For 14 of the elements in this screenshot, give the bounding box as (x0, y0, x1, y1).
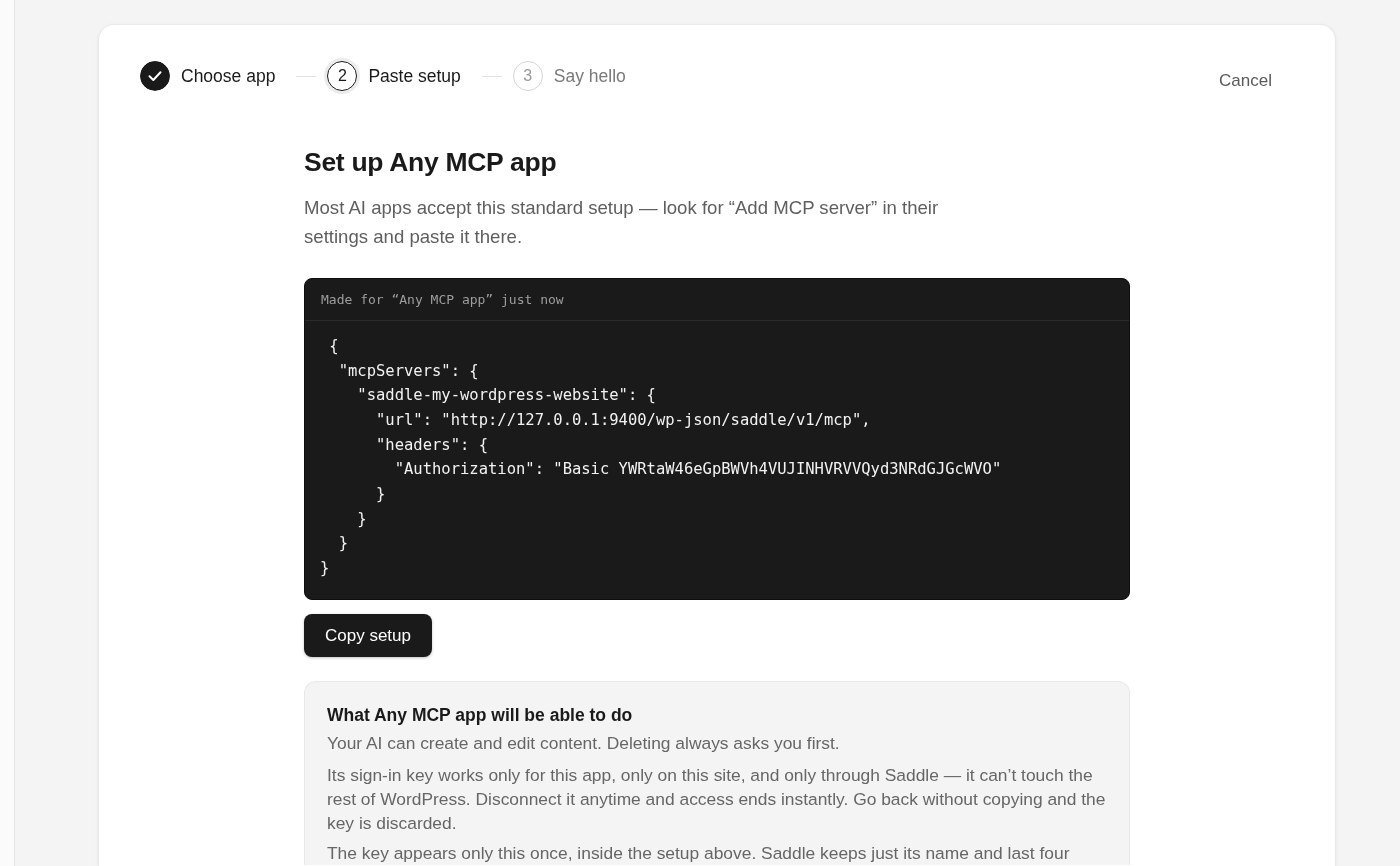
description-text: Most AI apps accept this standard setup — look for “Add MCP server” in their settings and paste it there. (304, 196, 940, 250)
step-number: 2 (327, 61, 358, 91)
info-text: Your AI can create and edit content. Deleting always asks you first. (327, 731, 841, 755)
code-caption: Made for “Any MCP app” just now (321, 291, 564, 310)
info-title: What Any MCP app will be able to do (327, 703, 634, 727)
copy-setup-button[interactable]: Copy setup (304, 613, 432, 657)
info-text: The key appears only this once, inside the setup above. Saddle keeps just its name and last four (327, 842, 1071, 863)
cancel-button[interactable]: Cancel (1219, 64, 1272, 98)
step-label: Paste setup (368, 64, 461, 88)
page-heading: Set up Any MCP app (304, 146, 558, 179)
step-label: Choose app (181, 64, 276, 88)
info-text: Its sign-in key works only for this app, only on this site, and only through Saddle — it can’t touch the rest of WordPress. Disconnect it anytime and access ends instantly. Go back without copying and the key is discarded. (327, 763, 1107, 835)
step-label: Say hello (553, 64, 626, 88)
setup-code: { "mcpServers": { "saddle-my-wordpress-website": { "url": "http://127.0.0.1:9400/wp-json/saddle/v1/mcp", "headers": { "Authorization": "Basic YWRtaW46eGpBWVh4VUJINHVRVVQyd3NRdGJGcWVO" } } } } (319, 335, 1003, 580)
